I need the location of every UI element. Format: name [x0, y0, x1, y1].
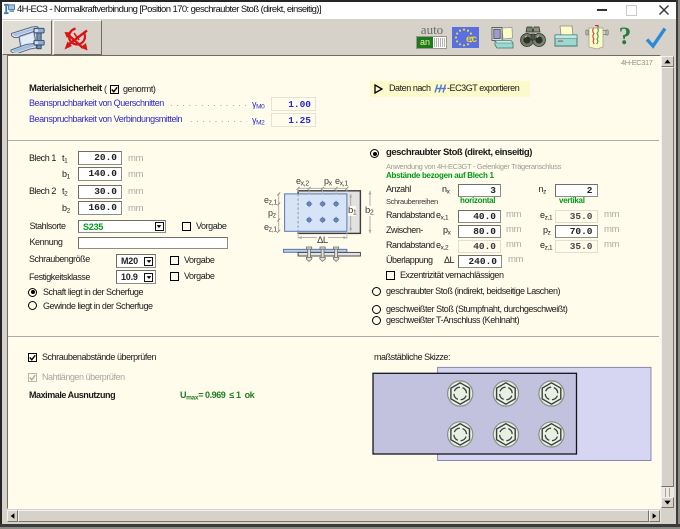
svg-text:ec: ec — [466, 34, 478, 45]
